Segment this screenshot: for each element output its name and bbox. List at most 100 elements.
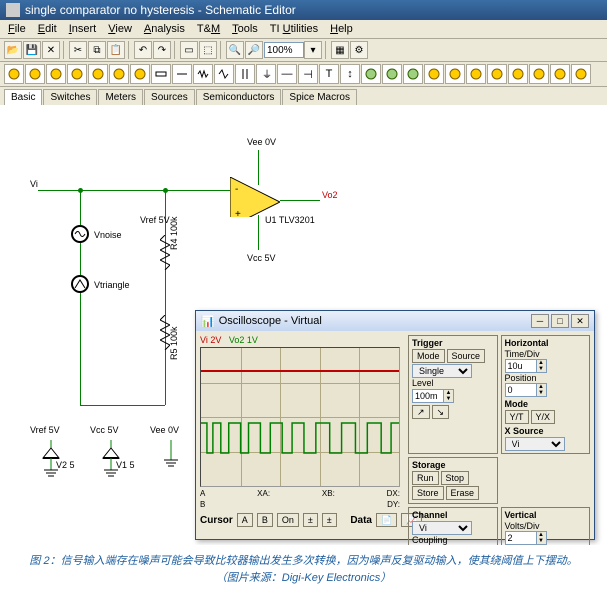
component-icon[interactable]: T	[319, 64, 339, 84]
component-icon[interactable]: ↕	[340, 64, 360, 84]
component-icon[interactable]	[130, 64, 150, 84]
menu-edit[interactable]: Edit	[34, 22, 61, 36]
tool-icon[interactable]: ⚙	[350, 41, 368, 59]
plot-area[interactable]	[200, 347, 400, 487]
zoom-input[interactable]	[264, 42, 304, 58]
label-vtriangle: Vtriangle	[94, 280, 130, 290]
component-icon[interactable]	[550, 64, 570, 84]
mode-yx-button[interactable]: Y/X	[531, 410, 556, 424]
menu-view[interactable]: View	[104, 22, 136, 36]
close-icon[interactable]: ✕	[42, 41, 60, 59]
menu-analysis[interactable]: Analysis	[140, 22, 189, 36]
component-icon[interactable]	[571, 64, 591, 84]
schematic-canvas[interactable]: - + Vee 0V Vi Vo2 U1 TLV3201 Vcc 5V Vnoi…	[0, 105, 607, 545]
erase-button[interactable]: Erase	[446, 486, 480, 500]
component-icon[interactable]	[235, 64, 255, 84]
component-icon[interactable]	[382, 64, 402, 84]
component-icon[interactable]	[109, 64, 129, 84]
menu-tools[interactable]: Tools	[228, 22, 262, 36]
zoom-sel-icon[interactable]: ⬚	[199, 41, 217, 59]
trigger-falling-icon[interactable]: ↘	[432, 405, 450, 419]
cursor-plus-button[interactable]: ±	[303, 513, 318, 527]
zoom-drop-icon[interactable]: ▾	[304, 41, 322, 59]
trigger-mode-select[interactable]: Single	[412, 364, 472, 378]
cut-icon[interactable]: ✂	[69, 41, 87, 59]
menu-ti-utilities[interactable]: TI Utilities	[266, 22, 322, 36]
trigger-level-input[interactable]: ▲▼	[412, 389, 454, 403]
zoom-out-icon[interactable]: 🔎	[245, 41, 263, 59]
vnoise-source[interactable]	[71, 225, 89, 243]
component-icon[interactable]	[445, 64, 465, 84]
scope-plot-panel: Vi 2V Vo2 1V	[196, 331, 404, 537]
tab-semiconductors[interactable]: Semiconductors	[196, 89, 282, 105]
label-vi: Vi	[30, 179, 38, 189]
menu-tm[interactable]: T&M	[193, 22, 224, 36]
zoom-in-icon[interactable]: 🔍	[226, 41, 244, 59]
component-icon[interactable]	[403, 64, 423, 84]
cursor-on-button[interactable]: On	[277, 513, 299, 527]
component-icon[interactable]	[487, 64, 507, 84]
trigger-source-button[interactable]: Source	[447, 349, 486, 363]
component-icon[interactable]: ⊣	[298, 64, 318, 84]
channel-group: Channel Vi Coupling DC + AC	[408, 507, 498, 545]
tab-meters[interactable]: Meters	[98, 89, 143, 105]
copy-icon[interactable]: ⧉	[88, 41, 106, 59]
opamp-symbol[interactable]: - +	[230, 177, 280, 217]
hpos-input[interactable]: ▲▼	[505, 383, 547, 397]
redo-icon[interactable]: ↷	[153, 41, 171, 59]
mode-yt-button[interactable]: Y/T	[505, 410, 529, 424]
oscilloscope-icon: 📊	[201, 315, 215, 328]
run-button[interactable]: Run	[412, 471, 439, 485]
component-icon[interactable]	[214, 64, 234, 84]
tab-sources[interactable]: Sources	[144, 89, 195, 105]
menu-file[interactable]: File	[4, 22, 30, 36]
tab-basic[interactable]: Basic	[4, 89, 42, 105]
cursor-b-button[interactable]: B	[257, 513, 273, 527]
component-icon[interactable]	[67, 64, 87, 84]
trigger-mode-button[interactable]: Mode	[412, 349, 445, 363]
app-icon	[6, 3, 20, 17]
grid-icon[interactable]: ▦	[331, 41, 349, 59]
component-icon[interactable]: —	[277, 64, 297, 84]
open-icon[interactable]: 📂	[4, 41, 22, 59]
cursor-minus-button[interactable]: ±	[322, 513, 337, 527]
component-icon[interactable]: ⏚	[256, 64, 276, 84]
ground-vee[interactable]	[156, 440, 186, 488]
plot-footer2: B DY:	[200, 500, 400, 509]
close-icon[interactable]: ✕	[571, 314, 589, 328]
cursor-a-button[interactable]: A	[237, 513, 253, 527]
save-icon[interactable]: 💾	[23, 41, 41, 59]
component-icon[interactable]	[193, 64, 213, 84]
menu-insert[interactable]: Insert	[65, 22, 101, 36]
vtriangle-source[interactable]	[71, 275, 89, 293]
component-icon[interactable]	[151, 64, 171, 84]
store-button[interactable]: Store	[412, 486, 444, 500]
data-export-icon[interactable]: 📄	[376, 513, 397, 527]
stop-button[interactable]: Stop	[441, 471, 470, 485]
maximize-icon[interactable]: □	[551, 314, 569, 328]
component-icon[interactable]	[88, 64, 108, 84]
component-icon[interactable]	[529, 64, 549, 84]
undo-icon[interactable]: ↶	[134, 41, 152, 59]
component-icon[interactable]	[508, 64, 528, 84]
select-icon[interactable]: ▭	[180, 41, 198, 59]
component-icon[interactable]	[4, 64, 24, 84]
menu-help[interactable]: Help	[326, 22, 357, 36]
channel-select[interactable]: Vi	[412, 521, 472, 535]
component-icon[interactable]	[172, 64, 192, 84]
component-icon[interactable]	[25, 64, 45, 84]
component-icon[interactable]	[424, 64, 444, 84]
tab-switches[interactable]: Switches	[43, 89, 97, 105]
component-icon[interactable]	[466, 64, 486, 84]
trigger-rising-icon[interactable]: ↗	[412, 405, 430, 419]
component-icon[interactable]	[46, 64, 66, 84]
component-icon[interactable]	[361, 64, 381, 84]
paste-icon[interactable]: 📋	[107, 41, 125, 59]
minimize-icon[interactable]: ─	[531, 314, 549, 328]
xsource-select[interactable]: Vi	[505, 437, 565, 451]
oscilloscope-window[interactable]: 📊 Oscilloscope - Virtual ─ □ ✕ Vi 2V Vo2…	[195, 310, 595, 540]
timediv-input[interactable]: ▲▼	[505, 359, 547, 373]
tab-spice-macros[interactable]: Spice Macros	[282, 89, 357, 105]
voltsdiv-input[interactable]: ▲▼	[505, 531, 547, 545]
oscilloscope-titlebar[interactable]: 📊 Oscilloscope - Virtual ─ □ ✕	[196, 311, 594, 331]
